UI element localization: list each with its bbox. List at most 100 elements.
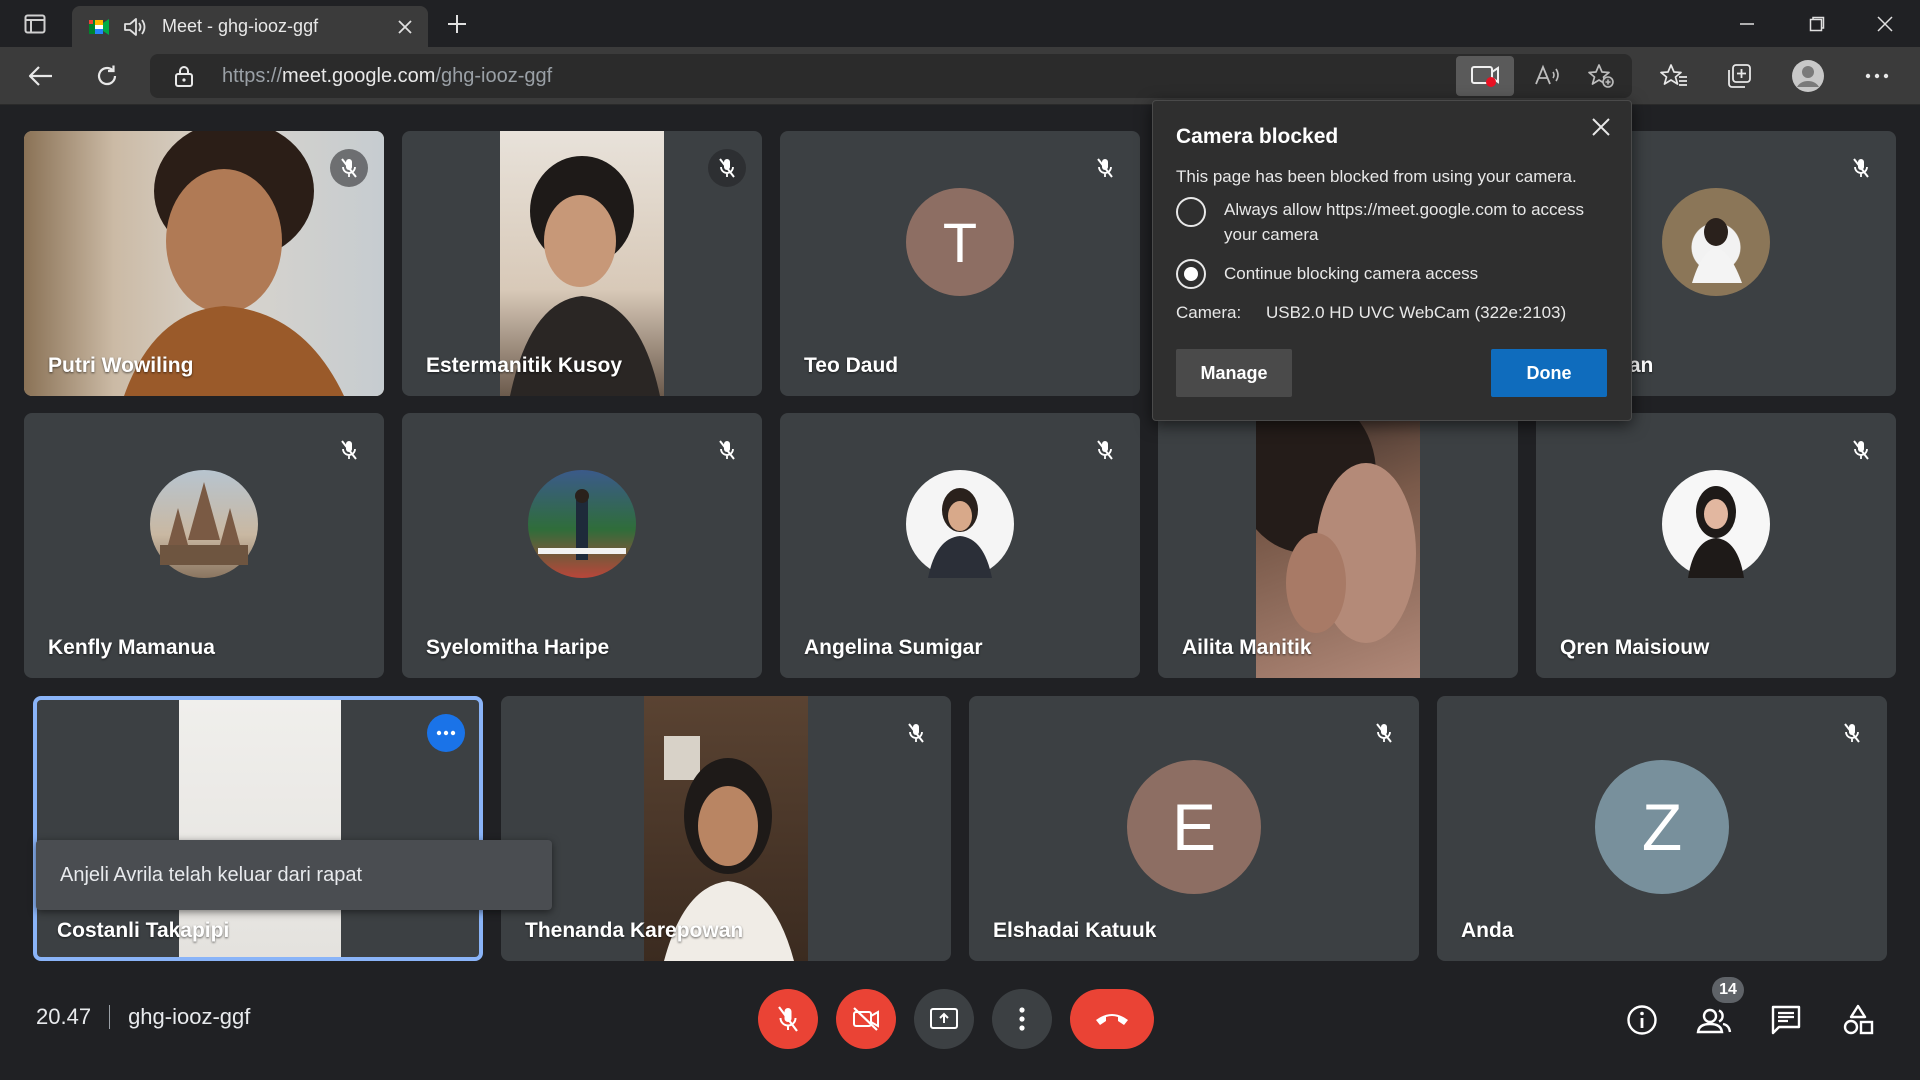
more-options-icon[interactable] (1858, 57, 1896, 95)
participant-tile[interactable]: Ailita Manitik (1158, 413, 1518, 678)
mic-off-icon (1833, 714, 1871, 752)
participants-icon[interactable] (1692, 998, 1736, 1042)
restore-icon[interactable] (1792, 8, 1842, 40)
mic-off-icon (1365, 714, 1403, 752)
participant-name: Thenanda Karepowan (525, 919, 744, 942)
mic-off-icon (1842, 149, 1880, 187)
meeting-info-icon[interactable] (1620, 998, 1664, 1042)
refresh-icon[interactable] (88, 57, 126, 95)
mic-off-icon (330, 431, 368, 469)
bottom-bar: 20.47 ghg-iooz-ggf 14 (0, 970, 1920, 1080)
participant-name: Angelina Sumigar (804, 636, 983, 659)
participant-name: Anda (1461, 919, 1514, 942)
done-button[interactable]: Done (1491, 349, 1607, 397)
mic-off-icon (897, 714, 935, 752)
participant-avatar-photo (1662, 188, 1770, 296)
participant-tile[interactable]: Syelomitha Haripe (402, 413, 762, 678)
participant-name: Syelomitha Haripe (426, 636, 610, 659)
mic-off-icon (1086, 431, 1124, 469)
meeting-time: 20.47 (36, 1004, 92, 1029)
browser-tab-strip: Meet - ghg-iooz-ggf (0, 0, 1920, 47)
left-meeting-notification: Anjeli Avrila telah keluar dari rapat (36, 840, 552, 910)
browser-tab-meet[interactable]: Meet - ghg-iooz-ggf (72, 6, 428, 47)
participant-avatar-photo (528, 470, 636, 578)
url-scheme: https:// (222, 65, 283, 87)
participant-tile[interactable]: T Teo Daud (780, 131, 1140, 396)
more-options-icon[interactable] (992, 989, 1052, 1049)
close-icon[interactable] (1585, 111, 1617, 143)
new-tab-icon[interactable] (442, 10, 472, 38)
participant-avatar: E (1127, 760, 1261, 894)
participant-avatar: T (906, 188, 1014, 296)
speaker-icon[interactable] (122, 16, 148, 38)
tab-actions-icon[interactable] (20, 10, 50, 38)
mic-off-icon (1086, 149, 1124, 187)
back-icon[interactable] (22, 57, 60, 95)
participant-tile[interactable]: Qren Maisiouw (1536, 413, 1896, 678)
mic-off-icon (708, 431, 746, 469)
google-meet-favicon-icon (88, 16, 110, 38)
minimize-icon[interactable] (1722, 8, 1772, 40)
tab-title: Meet - ghg-iooz-ggf (162, 16, 319, 36)
read-aloud-icon[interactable] (1532, 62, 1562, 90)
participant-avatar-photo (1662, 470, 1770, 578)
favorites-icon[interactable] (1655, 57, 1693, 95)
meeting-details: 20.47 ghg-iooz-ggf (36, 1004, 250, 1030)
participant-name: Teo Daud (804, 354, 899, 377)
camera-label: Camera: (1176, 303, 1242, 322)
always-allow-radio[interactable] (1176, 197, 1206, 227)
camera-blocked-dialog: Camera blocked This page has been blocke… (1152, 100, 1632, 421)
radio-selected-dot (1184, 267, 1198, 281)
participant-name: Elshadai Katuuk (993, 919, 1157, 942)
participant-tile-self[interactable]: Z Anda (1437, 696, 1887, 961)
participant-avatar: Z (1595, 760, 1729, 894)
participant-name: Estermanitik Kusoy (426, 354, 623, 377)
camera-blocked-indicator-icon[interactable] (1456, 56, 1514, 96)
collections-icon[interactable] (1720, 57, 1758, 95)
more-options-icon[interactable] (427, 714, 465, 752)
url-domain: meet.google.com (282, 65, 436, 87)
continue-blocking-option[interactable]: Continue blocking camera access (1176, 259, 1584, 289)
camera-device-line: Camera: USB2.0 HD UVC WebCam (322e:2103) (1176, 303, 1566, 323)
participant-tile[interactable]: Putri Wowiling (24, 131, 384, 396)
url-text[interactable]: https://meet.google.com/ghg-iooz-ggf (222, 65, 552, 88)
participant-tile[interactable]: E Elshadai Katuuk (969, 696, 1419, 961)
dialog-title: Camera blocked (1176, 125, 1339, 148)
participant-name: Costanli Takapipi (57, 919, 230, 942)
chat-icon[interactable] (1764, 998, 1808, 1042)
url-path: /ghg-iooz-ggf (435, 65, 553, 87)
present-screen-button[interactable] (914, 989, 974, 1049)
participant-tile-pinned[interactable]: Costanli Takapipi (33, 696, 483, 961)
add-favorite-icon[interactable] (1586, 62, 1616, 90)
close-tab-icon[interactable] (394, 16, 416, 38)
close-window-icon[interactable] (1860, 8, 1910, 40)
participant-tile[interactable]: Angelina Sumigar (780, 413, 1140, 678)
browser-toolbar: https://meet.google.com/ghg-iooz-ggf (0, 47, 1920, 105)
continue-blocking-radio[interactable] (1176, 259, 1206, 289)
participant-name: Putri Wowiling (48, 354, 194, 377)
participant-tile[interactable]: Thenanda Karepowan (501, 696, 951, 961)
address-bar[interactable]: https://meet.google.com/ghg-iooz-ggf (150, 54, 1632, 98)
mic-off-icon (1842, 431, 1880, 469)
always-allow-option[interactable]: Always allow https://meet.google.com to … (1176, 197, 1584, 247)
mic-off-icon (330, 149, 368, 187)
lock-icon[interactable] (174, 65, 194, 92)
participant-tile[interactable]: Kenfly Mamanua (24, 413, 384, 678)
activities-icon[interactable] (1836, 998, 1880, 1042)
participants-count-badge: 14 (1712, 977, 1744, 1003)
participant-tile[interactable]: Estermanitik Kusoy (402, 131, 762, 396)
separator (109, 1005, 111, 1029)
manage-button[interactable]: Manage (1176, 349, 1292, 397)
toggle-mic-button[interactable] (758, 989, 818, 1049)
meeting-code: ghg-iooz-ggf (128, 1004, 251, 1029)
profile-avatar[interactable] (1789, 57, 1827, 95)
leave-call-button[interactable] (1070, 989, 1154, 1049)
mic-off-icon (708, 149, 746, 187)
participant-name: Kenfly Mamanua (48, 636, 215, 659)
always-allow-label: Always allow https://meet.google.com to … (1224, 200, 1584, 244)
toggle-camera-button[interactable] (836, 989, 896, 1049)
meeting-stage: Putri Wowiling Estermanitik Kusoy T Teo … (0, 106, 1920, 1080)
dialog-message: This page has been blocked from using yo… (1176, 167, 1577, 186)
participant-avatar-photo (150, 470, 258, 578)
participant-avatar-photo (906, 470, 1014, 578)
